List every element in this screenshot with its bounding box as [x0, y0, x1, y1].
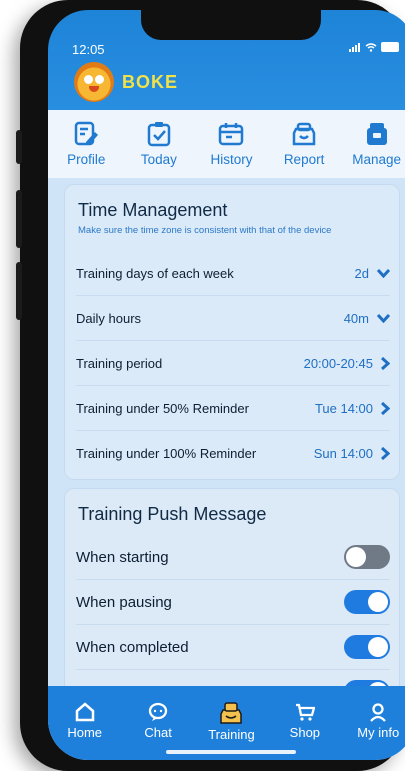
push-message-title: Training Push Message [78, 504, 267, 524]
tab-shop[interactable]: Shop [270, 702, 340, 740]
row-value: 2d [354, 265, 369, 281]
mute-switch [16, 130, 22, 164]
row-daily-hours[interactable]: Daily hours 40m [76, 296, 390, 341]
tab-label: Chat [144, 725, 172, 740]
chat-icon [148, 702, 168, 721]
row-value: Sun 14:00 [313, 445, 373, 461]
chevron-right-icon [381, 446, 390, 460]
toggle-when-completed[interactable] [344, 635, 390, 659]
cart-icon [295, 703, 315, 721]
tab-training[interactable]: Training [196, 702, 266, 742]
user-icon [370, 703, 387, 722]
nav-manage[interactable]: Manage [341, 121, 405, 167]
calendar-icon [219, 123, 244, 146]
row-when-pausing: When pausing [76, 580, 390, 625]
screen: 12:05 BOKE Profile Today History Report … [48, 10, 405, 760]
nav-history[interactable]: History [195, 121, 267, 167]
tab-home[interactable]: Home [50, 702, 120, 740]
tab-bar: Home Chat Training Shop My info [48, 686, 405, 760]
app-logo [74, 62, 114, 102]
row-label: Training period [76, 355, 163, 371]
manage-icon [366, 123, 387, 145]
clipboard-check-icon [147, 122, 171, 147]
row-label: Training days of each week [76, 265, 234, 281]
home-indicator [166, 750, 296, 754]
row-when-completed: When completed [76, 625, 390, 670]
tab-label: Home [67, 725, 103, 740]
nav-report[interactable]: Report [268, 121, 340, 167]
home-icon [75, 702, 94, 722]
row-label: When completed [76, 638, 189, 656]
volume-down-button [16, 262, 22, 320]
row-value: 40m [343, 310, 369, 326]
row-value: Tue 14:00 [314, 400, 373, 416]
row-label: Training under 100% Reminder [76, 445, 257, 461]
row-when-starting: When starting [76, 535, 390, 580]
notch [141, 10, 321, 40]
nav-label: Profile [67, 152, 106, 167]
row-label: Training under 50% Reminder [76, 400, 249, 416]
row-label: When starting [76, 548, 169, 566]
status-time: 12:05 [72, 42, 105, 57]
time-management-title: Time Management [78, 200, 228, 220]
edit-icon [75, 121, 99, 146]
volume-up-button [16, 190, 22, 248]
training-icon [220, 702, 243, 724]
push-message-card: Training Push Message When starting When… [64, 488, 400, 708]
toggle-when-pausing[interactable] [344, 590, 390, 614]
brand-name: BOKE [122, 72, 179, 92]
nav-today[interactable]: Today [123, 121, 195, 167]
nav-label: Report [283, 152, 325, 167]
row-reminder-100[interactable]: Training under 100% Reminder Sun 14:00 [76, 431, 390, 475]
nav-label: History [210, 152, 253, 167]
chevron-right-icon [381, 401, 390, 415]
nav-label: Manage [352, 152, 402, 167]
row-label: Daily hours [76, 310, 142, 326]
row-reminder-50[interactable]: Training under 50% Reminder Tue 14:00 [76, 386, 390, 431]
chevron-down-icon [377, 268, 390, 278]
chevron-right-icon [381, 356, 390, 370]
tab-chat[interactable]: Chat [123, 702, 193, 740]
signal-icon [349, 42, 360, 52]
tab-label: Training [208, 727, 255, 742]
tab-label: Shop [289, 725, 321, 740]
row-label: When pausing [76, 593, 172, 611]
row-training-period[interactable]: Training period 20:00-20:45 [76, 341, 390, 386]
wifi-icon [365, 42, 377, 52]
battery-icon [381, 42, 399, 52]
chevron-down-icon [377, 313, 390, 323]
toggle-when-starting[interactable] [344, 545, 390, 569]
report-icon [292, 122, 316, 146]
top-nav: Profile Today History Report Manage [48, 110, 405, 178]
tab-my-info[interactable]: My info [343, 702, 405, 740]
nav-label: Today [140, 152, 177, 167]
row-training-days[interactable]: Training days of each week 2d [76, 251, 390, 296]
nav-profile[interactable]: Profile [50, 121, 122, 167]
time-management-card: Time Management Make sure the time zone … [64, 184, 400, 480]
row-value: 20:00-20:45 [303, 355, 373, 371]
tab-label: My info [357, 725, 400, 740]
status-icons [349, 42, 399, 52]
time-management-subtitle: Make sure the time zone is consistent wi… [78, 225, 332, 236]
phone-frame: 12:05 BOKE Profile Today History Report … [16, 0, 405, 771]
